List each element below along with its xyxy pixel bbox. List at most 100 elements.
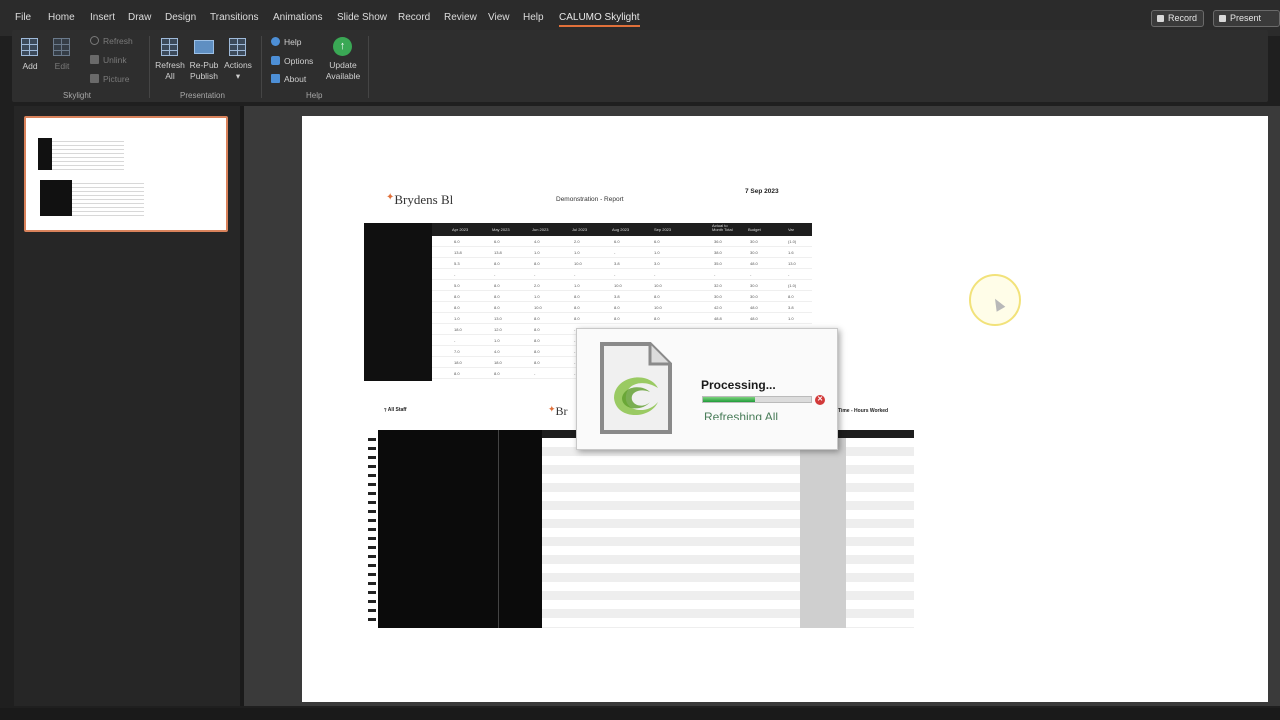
table1-header-cell: May 2023 [492,227,510,232]
tab-draw[interactable]: Draw [128,12,151,23]
refresh-all-button[interactable]: Refresh All [153,60,187,82]
table-cell: 1.0 [454,316,460,321]
tab-review[interactable]: Review [444,12,477,23]
table-cell: 42.0 [714,305,722,310]
table-cell: 1.0 [494,338,500,343]
table-cell: 8.0 [534,338,540,343]
tab-home[interactable]: Home [48,12,75,23]
refresh-button[interactable]: Refresh [90,36,133,46]
picture-button[interactable]: Picture [90,74,129,84]
table-cell: 13.0 [494,316,502,321]
report-title: Demonstration - Report [556,196,624,203]
unlink-button[interactable]: Unlink [90,55,127,65]
cancel-icon[interactable]: ✕ [815,395,825,405]
table-cell: 8.0 [614,316,620,321]
about-button[interactable]: About [271,74,306,84]
report-date: 7 Sep 2023 [745,188,779,195]
table1-header-cell: Sep 2023 [654,227,672,232]
table-cell: 13.8 [454,250,462,255]
table-cell: 48.0 [750,261,758,266]
table-cell: 8.0 [494,305,500,310]
record-button[interactable]: Record [1151,10,1205,27]
table-cell: 8.0 [614,305,620,310]
table-cell: 1.0 [534,250,540,255]
table-cell: 1.0 [574,250,580,255]
tab-record[interactable]: Record [398,12,430,23]
table-cell: 30.0 [714,294,722,299]
tab-animations[interactable]: Animations [273,12,322,23]
about-label: About [284,74,307,84]
table-cell: 10.0 [654,283,662,288]
table-cell: 8.0 [788,294,794,299]
help-button[interactable]: Help [271,37,301,47]
table-cell: 1.0 [534,294,540,299]
table2-body [542,438,914,628]
table-cell: (1.0) [788,239,797,244]
dialog-title: Processing... [701,378,776,392]
picture-icon [90,74,99,83]
present-icon [1219,15,1226,22]
actions-button[interactable]: Actions ▾ [221,60,255,82]
table-row: 5.3 8.0 8.0 10.0 3.8 3.0 35.0 48.0 13.0 [432,258,812,269]
table-cell: 36.0 [714,239,722,244]
tab-view[interactable]: View [488,12,510,23]
re-publish-button[interactable]: Re-Pub Publish [187,60,221,82]
section2-right-title: Time - Hours Worked [838,408,889,414]
table-cell: 30.0 [750,283,758,288]
options-button[interactable]: Options [271,56,313,66]
tab-insert[interactable]: Insert [90,12,115,23]
table-cell: 1.0 [574,283,580,288]
company-logo: ✦Brydens Bl [386,192,454,207]
table1-header-cell: Budget [748,227,761,232]
ribbon-divider [261,36,262,98]
group-label-help: Help [306,91,323,100]
edit-button[interactable]: Edit [50,61,74,72]
table-cell: - [454,338,456,343]
table-cell: 5.0 [454,283,460,288]
table-cell: 13.8 [494,250,502,255]
table-cell: 8.0 [454,305,460,310]
table-cell: 8.0 [534,261,540,266]
table-row: 5.0 8.0 2.0 1.0 10.0 10.0 32.0 30.0 (1.0) [432,280,812,291]
table-cell: 8.0 [654,294,660,299]
table-cell: 10.0 [654,305,662,310]
refresh-all-label-1: Refresh [155,60,185,70]
update-label-1: Update [329,60,357,70]
table1-header-cell: Jul 2023 [572,227,588,232]
section2-title-text: All Staff [387,407,407,413]
tab-transitions[interactable]: Transitions [210,12,259,23]
add-icon [21,38,38,56]
section2-logo: ✦Br [548,404,568,418]
record-button-label: Record [1168,13,1198,23]
tab-file[interactable]: File [15,12,31,23]
table-cell: - [494,272,496,277]
unlink-icon [90,55,99,64]
ribbon-divider [149,36,150,98]
table-cell: 8.0 [494,261,500,266]
tab-calumo-skylight[interactable]: CALUMO Skylight [559,12,640,27]
present-button[interactable]: Present [1213,10,1280,27]
thumb-table [72,180,144,216]
slide-thumbnail-1[interactable] [24,116,228,232]
table1-row-labels [364,223,432,381]
table1-header: Apr 2023 May 2023 Jun 2023 Jul 2023 Aug … [432,223,812,236]
edit-icon [53,38,70,56]
table-cell: 6.0 [454,239,460,244]
table-cell: 2.0 [534,283,540,288]
table-cell: 13.0 [788,261,796,266]
update-label-2: Available [325,71,361,81]
skylight-document-icon [600,342,672,434]
powerpoint-window: File Home Insert Draw Design Transitions… [0,0,1280,720]
table-cell: - [574,272,576,277]
chevron-down-icon: ▾ [235,71,241,81]
table-cell: 4.0 [494,349,500,354]
table-cell: 3.8 [788,305,794,310]
table-cell: 8.0 [574,305,580,310]
update-available-button[interactable]: Update Available [322,60,364,82]
add-button[interactable]: Add [18,61,42,72]
table-row: 13.8 13.8 1.0 1.0 - 1.0 38.0 30.0 1.6 [432,247,812,258]
tab-slide-show[interactable]: Slide Show [337,12,387,23]
tab-help[interactable]: Help [523,12,544,23]
section2-title: ⁊ All Staff [384,407,407,413]
tab-design[interactable]: Design [165,12,196,23]
